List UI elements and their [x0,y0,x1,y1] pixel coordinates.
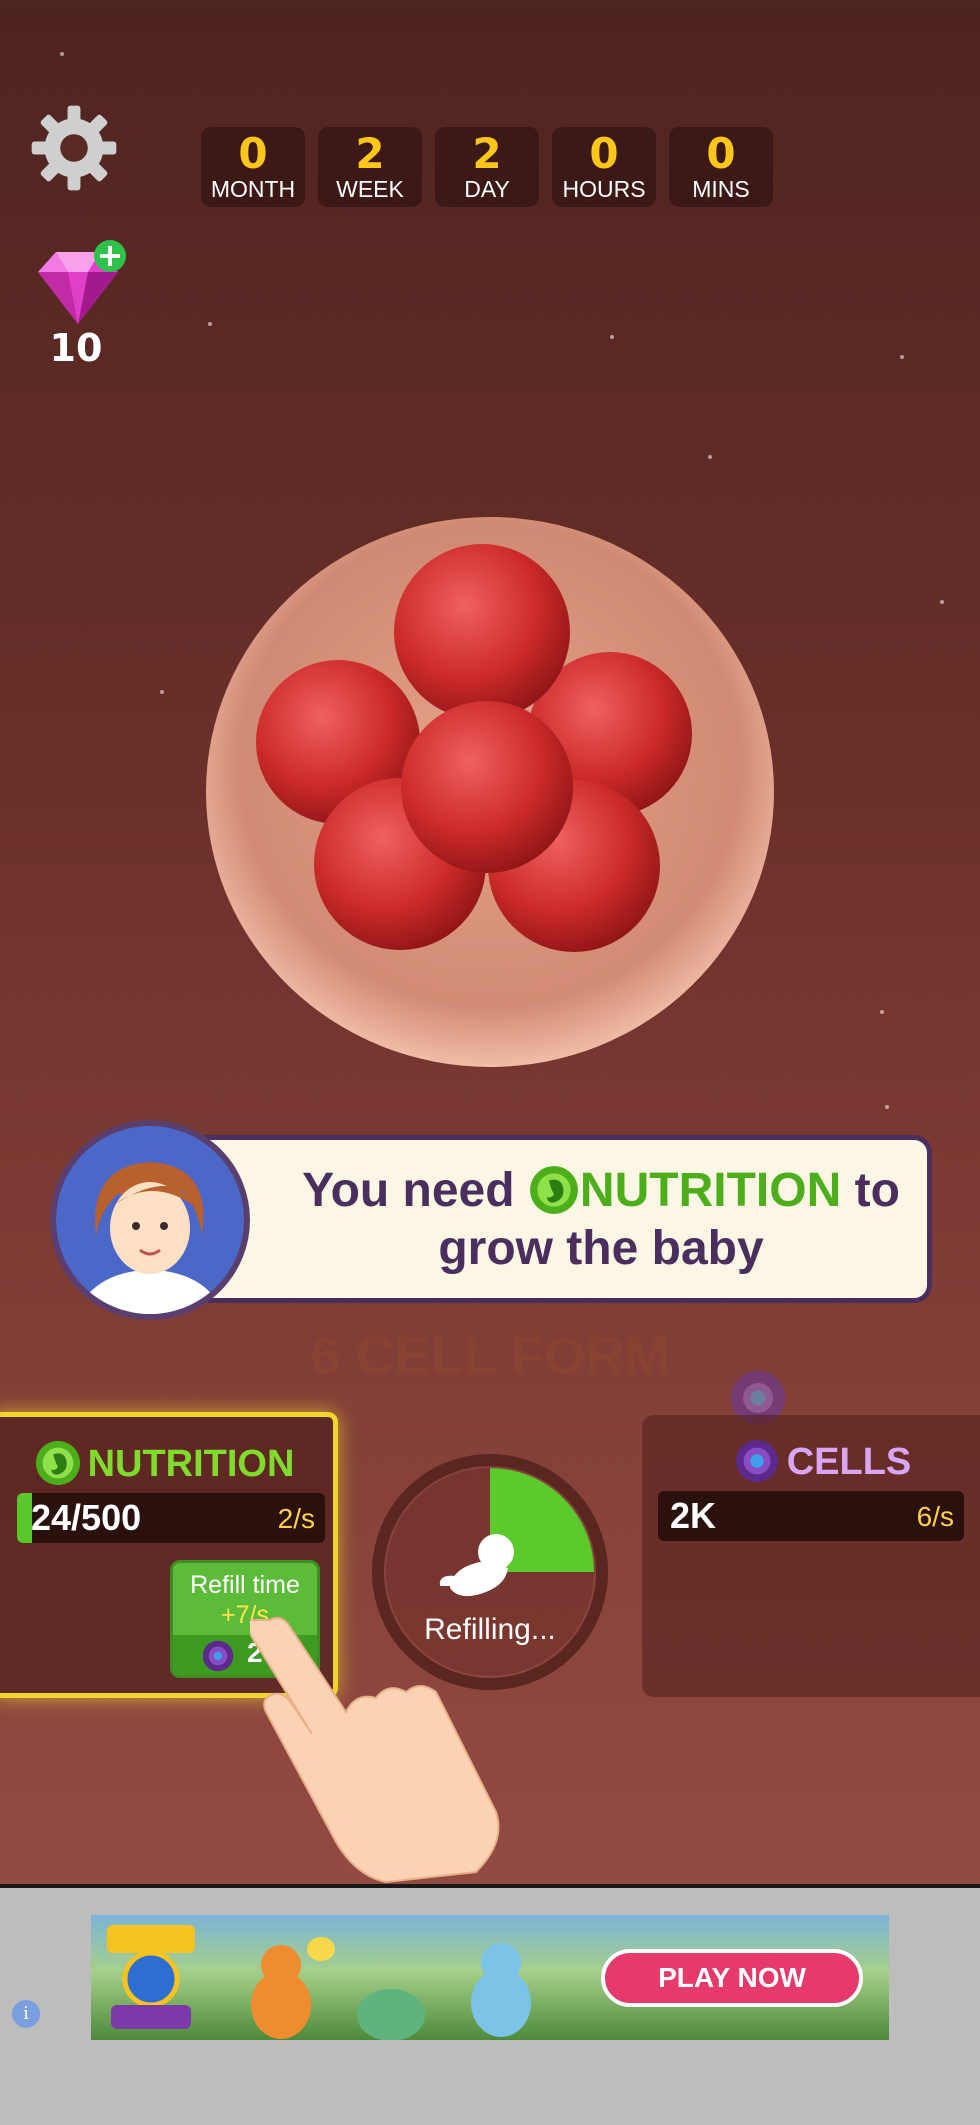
gem-count: 10 [49,326,103,370]
doctor-avatar [50,1120,250,1320]
cells-panel[interactable]: CELLS 2K 6/s [642,1415,980,1697]
timer-mins-value: 0 [706,129,736,178]
embryo-6-cell-image[interactable] [200,512,780,1072]
star [880,1010,884,1014]
cells-title-text: CELLS [786,1441,912,1483]
star [160,690,164,694]
cells-bar: 2K 6/s [658,1491,964,1541]
timer-hours: 0 HOURS [552,127,656,207]
timer-hours-value: 0 [589,129,619,178]
timer-mins-label: MINS [692,176,750,202]
star [60,52,64,56]
timer-week: 2 WEEK [318,127,422,207]
nutrition-icon [35,1440,80,1486]
stage-label: 6 CELL FORM [310,1326,670,1386]
star [708,455,712,459]
star [900,355,904,359]
timer-month-label: MONTH [210,176,296,202]
nutrition-icon [530,1166,578,1214]
pregnancy-timer: 0 MONTH 2 WEEK 2 DAY 0 HOURS 0 MINS [201,127,773,207]
gear-icon[interactable] [28,102,120,194]
dialogue-text: You need NUTRITION to grow the baby [281,1162,921,1278]
cells-title: CELLS [642,1437,980,1485]
cell-currency-icon [202,1640,234,1672]
timer-day-label: DAY [464,176,510,202]
game-logo-icon [107,1925,195,2029]
dialogue-line2: grow the baby [438,1222,764,1275]
cells-rate: 6/s [916,1501,954,1532]
ad-info-icon[interactable]: i [12,2000,40,2028]
star [885,1105,889,1109]
nutrition-rate: 2/s [277,1503,315,1534]
timer-mins: 0 MINS [669,127,773,207]
refill-label: Refill time [190,1571,300,1599]
nutrition-title: NUTRITION [0,1439,333,1487]
timer-month-value: 0 [238,129,268,178]
timer-week-value: 2 [355,129,385,178]
doctor-portrait-icon [80,1162,220,1314]
nutrition-bar: 24/500 2/s [17,1493,325,1543]
tutorial-hand-pointer [250,1616,500,1884]
pink-gem-icon[interactable] [28,232,128,332]
dialogue-line1-pre: You need [302,1164,515,1217]
star [208,322,212,326]
dialogue-bubble: You need NUTRITION to grow the baby [176,1135,932,1303]
nutrition-value: 24/500 [31,1497,142,1538]
cells-value: 2K [670,1495,717,1536]
star [940,600,944,604]
timer-hours-label: HOURS [562,176,646,202]
dialogue-keyword: NUTRITION [579,1164,842,1217]
play-now-button[interactable]: PLAY NOW [601,1949,863,2007]
cell-icon [735,1439,778,1483]
timer-day-value: 2 [472,129,502,178]
nutrition-title-text: NUTRITION [87,1443,295,1485]
pokemon-characters-image [251,1937,531,2040]
ad-banner[interactable]: PLAY NOW [91,1915,889,2040]
dialogue-line1-post: to [854,1164,900,1217]
timer-day: 2 DAY [435,127,539,207]
timer-week-label: WEEK [336,176,404,202]
star [610,335,614,339]
timer-month: 0 MONTH [201,127,305,207]
